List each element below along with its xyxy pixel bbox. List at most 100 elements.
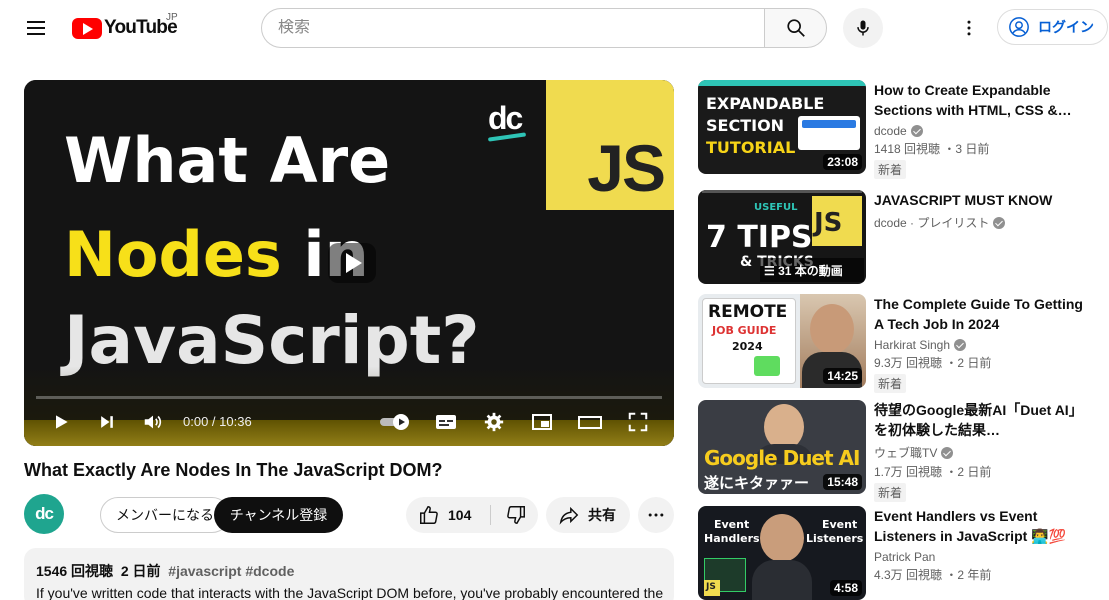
- theater-mode-button[interactable]: [574, 402, 606, 442]
- search-icon: [786, 19, 805, 37]
- description-text: If you've written code that interacts wi…: [36, 585, 664, 600]
- thumbnail-text: SECTION: [706, 116, 785, 135]
- js-badge: JS: [546, 80, 674, 210]
- search-button[interactable]: [764, 8, 827, 48]
- thumbnail-text: Listeners: [806, 532, 864, 545]
- recommendation-channel[interactable]: ウェブ職TV: [874, 444, 1084, 461]
- video-player[interactable]: JS dc What Are Nodes in JavaScript? 0:00…: [24, 80, 674, 446]
- video-duration: 4:58: [829, 580, 862, 596]
- share-button[interactable]: 共有: [546, 497, 630, 533]
- recommendation-channel[interactable]: dcode: [874, 124, 1084, 138]
- recommendation-channel[interactable]: dcode · プレイリスト: [874, 214, 1084, 231]
- join-label: メンバーになる: [116, 507, 214, 523]
- fullscreen-icon: [628, 412, 648, 432]
- progress-bar[interactable]: [36, 396, 662, 399]
- guide-menu-button[interactable]: [16, 8, 56, 48]
- channel-avatar[interactable]: dc: [24, 494, 64, 534]
- video-duration: 23:08: [823, 154, 862, 170]
- next-button[interactable]: [92, 402, 122, 442]
- microphone-icon: [857, 20, 869, 36]
- thumbnail-text: Event: [714, 518, 750, 531]
- youtube-play-icon: [72, 17, 102, 39]
- thumbs-down-icon: [507, 506, 525, 524]
- settings-button[interactable]: [478, 402, 510, 442]
- recommendation-info: The Complete Guide To Getting A Tech Job…: [874, 294, 1084, 393]
- description-meta: 1546 回視聴 2 日前 #javascript #dcode: [36, 561, 662, 581]
- recommendation-stats: 4.3万 回視聴 ・2 年前: [874, 568, 992, 582]
- recommendation-stats: 1.7万 回視聴 ・2 日前: [874, 465, 992, 479]
- verified-icon: [954, 339, 967, 351]
- thumbnail-text: Google Duet AI: [704, 446, 860, 470]
- recommendation-channel[interactable]: Patrick Pan: [874, 550, 1084, 564]
- thumbnail-text: Handlers: [704, 532, 760, 545]
- recommendation-title[interactable]: Event Handlers vs Event Listeners in Jav…: [874, 506, 1084, 546]
- upload-date: 2 日前: [120, 563, 161, 579]
- subtitles-button[interactable]: [430, 402, 462, 442]
- time-display: 0:00 / 10:36: [183, 414, 252, 429]
- recommendation-channel[interactable]: Harkirat Singh: [874, 338, 1084, 352]
- recommendation-title[interactable]: How to Create Expandable Sections with H…: [874, 80, 1084, 120]
- thumbs-up-icon: [420, 506, 438, 524]
- recommendation-info: 待望のGoogle最新AI「Duet AI」を初体験した結果… ウェブ職TV 1…: [874, 400, 1084, 502]
- youtube-logo[interactable]: YouTube: [72, 16, 178, 40]
- thumbnail-text: 7 TIPS: [706, 220, 813, 255]
- like-button[interactable]: 104: [406, 497, 486, 533]
- play-icon: [56, 415, 68, 429]
- thumbnail-text: 遂にキタァァー: [704, 474, 810, 492]
- subscribe-label: チャンネル登録: [229, 507, 328, 523]
- like-divider: [490, 505, 491, 525]
- recommendation-title[interactable]: JAVASCRIPT MUST KNOW: [874, 190, 1084, 210]
- recommendation-info: JAVASCRIPT MUST KNOW dcode · プレイリスト: [874, 190, 1084, 231]
- recommendation-info: How to Create Expandable Sections with H…: [874, 80, 1084, 179]
- recommendation-thumbnail[interactable]: JS Event Handlers Event Listeners 4:58: [698, 506, 866, 600]
- large-play-button[interactable]: [328, 243, 376, 283]
- more-horizontal-icon: [648, 513, 664, 517]
- thumbnail-text: JS: [706, 582, 716, 592]
- thumbnail-text: JOB GUIDE: [712, 324, 777, 337]
- description-box[interactable]: 1546 回視聴 2 日前 #javascript #dcode If you'…: [24, 548, 674, 600]
- thumbnail-text: REMOTE: [708, 302, 788, 322]
- mute-button[interactable]: [138, 402, 168, 442]
- account-icon: [1009, 17, 1029, 37]
- thumbnail-text: Event: [822, 518, 858, 531]
- subscribe-button[interactable]: チャンネル登録: [214, 497, 343, 533]
- recommendation-thumbnail[interactable]: Google Duet AI 遂にキタァァー 15:48: [698, 400, 866, 494]
- fullscreen-button[interactable]: [622, 402, 654, 442]
- new-badge: 新着: [874, 483, 907, 502]
- gear-icon: [484, 412, 504, 432]
- video-title: What Exactly Are Nodes In The JavaScript…: [24, 460, 443, 480]
- miniplayer-button[interactable]: [526, 402, 558, 442]
- skip-next-icon: [101, 416, 113, 428]
- settings-menu-button[interactable]: [949, 8, 989, 48]
- recommendation-stats: 1418 回視聴 ・3 日前: [874, 142, 990, 156]
- search-box[interactable]: [261, 8, 764, 48]
- hashtags[interactable]: #javascript #dcode: [168, 563, 294, 579]
- voice-search-button[interactable]: [843, 8, 883, 48]
- thumbnail-text: JS: [814, 208, 843, 238]
- thumbnail-text: 2024: [732, 340, 763, 353]
- hamburger-icon: [27, 21, 45, 35]
- dislike-button[interactable]: [494, 497, 538, 533]
- thumbnail-text: EXPANDABLE: [706, 94, 825, 113]
- miniplayer-icon: [532, 414, 552, 430]
- recommendation-thumbnail[interactable]: REMOTE JOB GUIDE 2024 14:25: [698, 294, 866, 388]
- recommendation-title[interactable]: The Complete Guide To Getting A Tech Job…: [874, 294, 1084, 334]
- autoplay-toggle[interactable]: [378, 402, 414, 442]
- recommendation-title[interactable]: 待望のGoogle最新AI「Duet AI」を初体験した結果…: [874, 400, 1084, 440]
- signin-button[interactable]: ログイン: [997, 9, 1108, 45]
- recommendation-thumbnail[interactable]: EXPANDABLE SECTION TUTORIAL 23:08: [698, 80, 866, 174]
- country-code: JP: [166, 12, 178, 23]
- join-membership-button[interactable]: メンバーになる: [100, 497, 230, 533]
- search-input[interactable]: [278, 19, 764, 37]
- player-controls: 0:00 / 10:36: [24, 402, 674, 442]
- more-actions-button[interactable]: [638, 497, 674, 533]
- like-count: 104: [448, 507, 472, 523]
- verified-icon: [941, 446, 954, 459]
- playlist-count: ☰ 31 本の動画: [764, 264, 843, 278]
- play-button[interactable]: [46, 402, 76, 442]
- playlist-thumbnail[interactable]: JS USEFUL 7 TIPS & TRICKS ☰ 31 本の動画: [698, 190, 866, 284]
- new-badge: 新着: [874, 160, 907, 179]
- recommendation-stats: 9.3万 回視聴 ・2 日前: [874, 356, 992, 370]
- recommendation-info: Event Handlers vs Event Listeners in Jav…: [874, 506, 1084, 583]
- dcode-logo: dc: [488, 100, 523, 136]
